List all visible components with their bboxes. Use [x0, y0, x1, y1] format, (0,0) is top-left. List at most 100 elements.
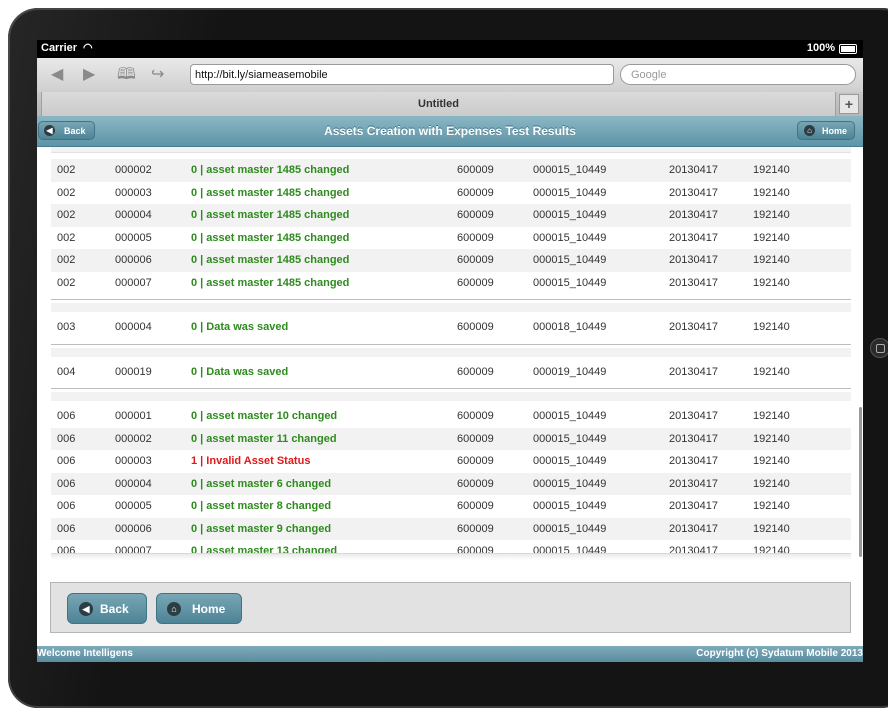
company-cell: 002 [57, 209, 76, 221]
header-home-button[interactable]: ⌂ Home [797, 121, 855, 140]
document-cell: 000015_10449 [533, 410, 607, 422]
cost-center-cell: 600009 [457, 365, 494, 378]
time-cell: 192140 [753, 164, 790, 176]
time-cell: 192140 [753, 276, 790, 289]
asset-cell: 000004 [115, 321, 152, 333]
browser-tab-bar: Untitled + [37, 92, 863, 117]
company-cell: 002 [57, 164, 76, 176]
document-cell: 000015_10449 [533, 186, 607, 199]
tab-untitled[interactable]: Untitled [41, 92, 836, 116]
company-cell: 006 [57, 432, 76, 445]
home-icon: ⌂ [804, 125, 815, 136]
date-cell: 20130417 [669, 321, 718, 333]
table-row: 002 000002 0 | asset master 1485 changed 60… [51, 159, 851, 182]
date-cell: 20130417 [669, 186, 718, 199]
browser-forward-icon[interactable]: ▶ [83, 65, 95, 85]
document-cell: 000015_10449 [533, 231, 607, 244]
chevron-left-icon: ◀ [44, 125, 55, 136]
message-cell: 0 | asset master 9 changed [191, 522, 332, 535]
company-cell: 002 [57, 186, 76, 199]
device-home-button[interactable] [870, 338, 888, 358]
company-cell: 004 [57, 365, 76, 378]
table-row: 004 000019 0 | Data was saved 600009 000019_… [51, 360, 851, 383]
asset-cell: 000005 [115, 231, 152, 244]
asset-cell: 000003 [115, 186, 152, 199]
cost-center-cell: 600009 [457, 522, 494, 535]
time-cell: 192140 [753, 209, 790, 221]
document-cell: 000019_10449 [533, 365, 607, 378]
chevron-left-icon: ◀ [79, 602, 93, 616]
table-row: 002 000006 0 | asset master 1485 changed 60… [51, 249, 851, 272]
company-cell: 006 [57, 410, 76, 422]
footer-back-label: Back [100, 602, 129, 616]
footer-back-button[interactable]: ◀ Back [67, 593, 147, 624]
table-row: 002 000005 0 | asset master 1485 changed 60… [51, 226, 851, 249]
time-cell: 192140 [753, 231, 790, 244]
asset-cell: 000006 [115, 254, 152, 266]
document-cell: 000015_10449 [533, 254, 607, 266]
company-cell: 006 [57, 477, 76, 490]
cost-center-cell: 600009 [457, 231, 494, 244]
wifi-icon: ◠ [83, 42, 93, 54]
asset-cell: 000003 [115, 455, 152, 467]
date-cell: 20130417 [669, 231, 718, 244]
asset-cell: 000007 [115, 276, 152, 289]
group-separator [51, 339, 851, 361]
time-cell: 192140 [753, 254, 790, 266]
company-cell: 002 [57, 254, 76, 266]
browser-toolbar: ◀ ▶ 🕮 ↪ http://bit.ly/siameasemobile Goo… [37, 58, 863, 93]
url-field[interactable]: http://bit.ly/siameasemobile [190, 64, 614, 85]
table-row: 006 000001 0 | asset master 10 changed 6000… [51, 405, 851, 428]
new-tab-button[interactable]: + [839, 94, 859, 114]
company-cell: 006 [57, 455, 76, 467]
asset-cell: 000002 [115, 164, 152, 176]
table-row: 006 000005 0 | asset master 8 changed 60000… [51, 495, 851, 518]
cost-center-cell: 600009 [457, 500, 494, 512]
date-cell: 20130417 [669, 455, 718, 467]
device-screen: Carrier ◠ 100% ◀ ▶ 🕮 ↪ http://bit.ly/sia… [37, 40, 863, 662]
cost-center-cell: 600009 [457, 410, 494, 422]
time-cell: 192140 [753, 432, 790, 445]
page-footer: Welcome Intelligens Copyright (c) Sydatu… [37, 646, 863, 662]
asset-cell: 000019 [115, 365, 152, 378]
cost-center-cell: 600009 [457, 209, 494, 221]
table-row: 003 000004 0 | Data was saved 600009 000018_… [51, 316, 851, 339]
date-cell: 20130417 [669, 276, 718, 289]
carrier-label: Carrier [41, 42, 78, 54]
table-row: 002 000007 0 | asset master 1485 changed 60… [51, 271, 851, 294]
date-cell: 20130417 [669, 500, 718, 512]
scrollbar[interactable] [859, 407, 862, 557]
bookmarks-icon[interactable]: 🕮 [117, 65, 136, 85]
browser-back-icon[interactable]: ◀ [51, 65, 63, 85]
date-cell: 20130417 [669, 209, 718, 221]
company-cell: 002 [57, 276, 76, 289]
table-row: 006 000003 1 | Invalid Asset Status 600009 0… [51, 450, 851, 473]
company-cell: 006 [57, 500, 76, 512]
results-content[interactable]: 002 000002 0 | asset master 1485 changed 60… [37, 147, 863, 579]
footer-home-label: Home [192, 602, 226, 616]
table-row: 006 000002 0 | asset master 11 changed 6000… [51, 427, 851, 450]
search-field[interactable]: Google [620, 64, 856, 85]
header-back-label: Back [64, 126, 86, 136]
table-row: 006 000006 0 | asset master 9 changed 60000… [51, 517, 851, 540]
message-cell: 0 | asset master 8 changed [191, 500, 332, 512]
status-bar: Carrier ◠ 100% [37, 40, 863, 58]
date-cell: 20130417 [669, 477, 718, 490]
group-separator [51, 383, 851, 405]
cost-center-cell: 600009 [457, 455, 494, 467]
time-cell: 192140 [753, 410, 790, 422]
header-back-button[interactable]: ◀ Back [38, 121, 95, 140]
table-row: 002 000004 0 | asset master 1485 changed 60… [51, 204, 851, 227]
date-cell: 20130417 [669, 522, 718, 535]
document-cell: 000015_10449 [533, 500, 607, 512]
footer-home-button[interactable]: ⌂ Home [156, 593, 242, 624]
time-cell: 192140 [753, 455, 790, 467]
time-cell: 192140 [753, 365, 790, 378]
document-cell: 000015_10449 [533, 276, 607, 289]
asset-cell: 000006 [115, 522, 152, 535]
home-icon: ⌂ [167, 602, 181, 616]
cost-center-cell: 600009 [457, 432, 494, 445]
share-icon[interactable]: ↪ [151, 65, 164, 85]
message-cell: 0 | asset master 11 changed [191, 432, 337, 445]
time-cell: 192140 [753, 186, 790, 199]
